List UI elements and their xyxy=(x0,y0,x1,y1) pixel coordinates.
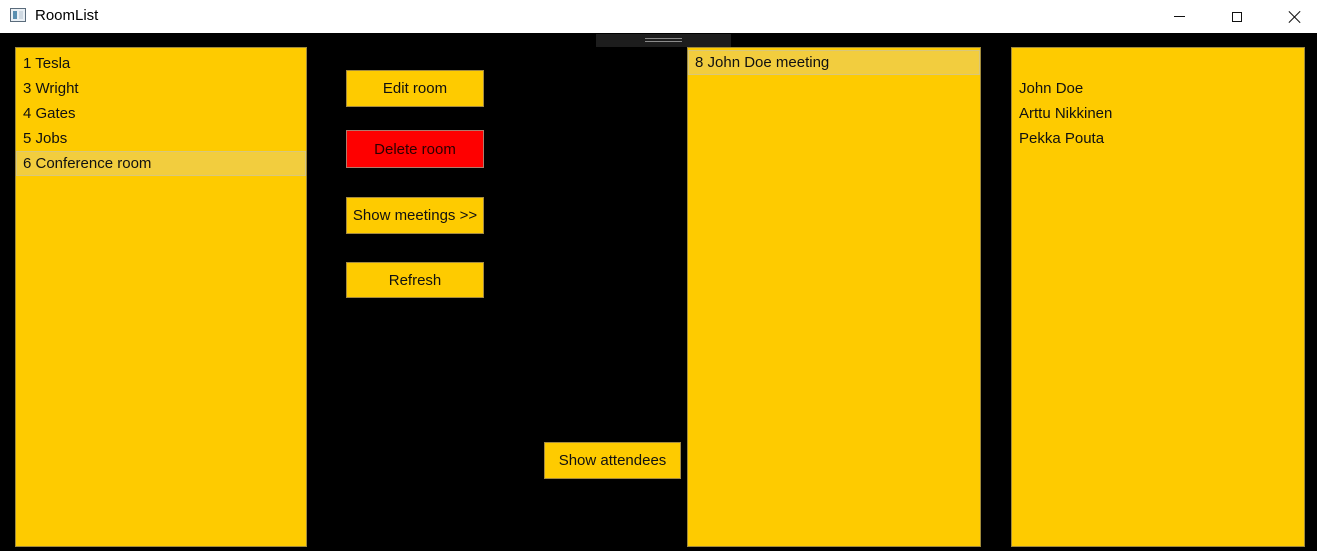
attendee-list-item[interactable]: John Doe xyxy=(1012,76,1304,101)
main-window: RoomList 1 Tesla 3 Wright 4 Gates 5 Jobs… xyxy=(0,0,1317,551)
room-list-item-selected[interactable]: 6 Conference room xyxy=(16,151,306,176)
show-meetings-button[interactable]: Show meetings >> xyxy=(346,197,484,234)
window-title: RoomList xyxy=(35,7,99,24)
attendees-list[interactable]: John Doe Arttu Nikkinen Pekka Pouta xyxy=(1011,47,1305,547)
meeting-list-item-selected[interactable]: 8 John Doe meeting xyxy=(688,50,980,75)
refresh-button[interactable]: Refresh xyxy=(346,262,484,298)
delete-room-button[interactable]: Delete room xyxy=(346,130,484,168)
attendee-list-item[interactable]: Pekka Pouta xyxy=(1012,126,1304,151)
title-bar[interactable]: RoomList xyxy=(0,0,1317,33)
close-icon xyxy=(1288,10,1302,24)
room-list-item[interactable]: 4 Gates xyxy=(16,101,306,126)
show-attendees-button[interactable]: Show attendees xyxy=(544,442,681,479)
meetings-list[interactable]: 8 John Doe meeting xyxy=(687,47,981,547)
rooms-list[interactable]: 1 Tesla 3 Wright 4 Gates 5 Jobs 6 Confer… xyxy=(15,47,307,547)
maximize-icon xyxy=(1232,11,1242,22)
close-button[interactable] xyxy=(1266,0,1317,33)
drag-grip-handle[interactable] xyxy=(596,34,731,47)
maximize-button[interactable] xyxy=(1208,0,1266,33)
room-list-item[interactable]: 5 Jobs xyxy=(16,126,306,151)
edit-room-button[interactable]: Edit room xyxy=(346,70,484,107)
minimize-icon xyxy=(1173,16,1185,17)
minimize-button[interactable] xyxy=(1150,0,1208,33)
attendee-list-item[interactable]: Arttu Nikkinen xyxy=(1012,101,1304,126)
app-icon xyxy=(10,8,26,22)
room-list-item[interactable]: 3 Wright xyxy=(16,76,306,101)
room-list-item[interactable]: 1 Tesla xyxy=(16,51,306,76)
